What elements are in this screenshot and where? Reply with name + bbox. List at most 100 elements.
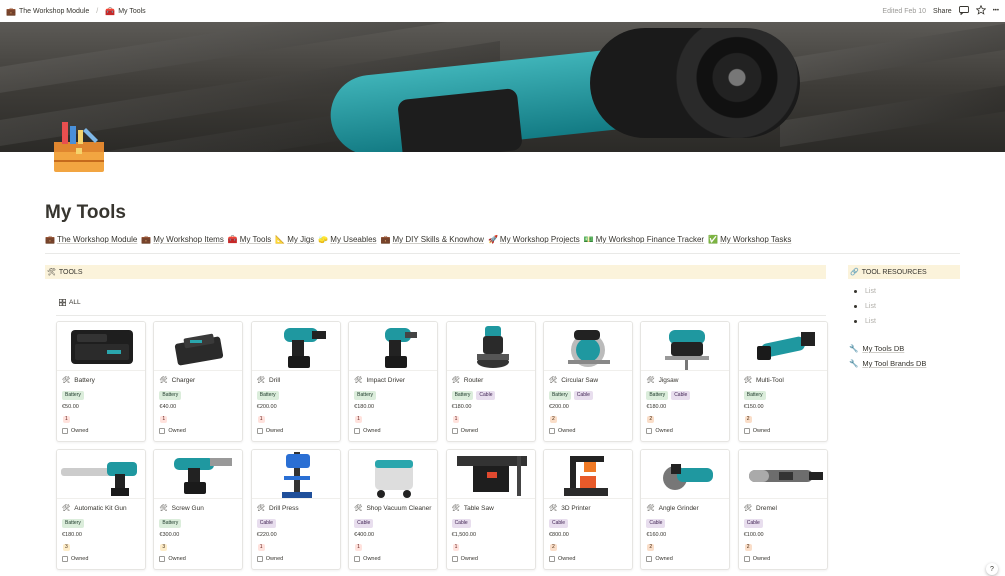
tool-card[interactable]: 🛠 Jigsaw Battery Cable €180.00 2 Owned — [640, 321, 731, 442]
tool-quantity: 1 — [452, 416, 460, 423]
share-button[interactable]: Share — [933, 8, 952, 15]
page-link[interactable]: ✅ My Workshop Tasks — [708, 235, 791, 244]
tool-card[interactable]: 🛠 Drill Press Cable €220.00 1 Owned — [250, 449, 341, 570]
owned-checkbox-row: Owned — [548, 428, 575, 434]
power-tag: Cable — [256, 519, 276, 528]
owned-checkbox[interactable] — [646, 556, 653, 562]
owned-checkbox-row: Owned — [743, 556, 770, 562]
tool-card[interactable]: 🛠 Charger Battery €40.00 1 Owned — [153, 321, 244, 442]
star-icon[interactable] — [975, 4, 987, 17]
owned-checkbox[interactable] — [646, 428, 653, 434]
jigsaw-image — [641, 322, 730, 371]
owned-checkbox[interactable] — [159, 556, 166, 562]
owned-checkbox[interactable] — [62, 556, 68, 562]
tool-quantity: 1 — [160, 416, 168, 423]
tool-card[interactable]: 🛠 Screw Gun Battery €300.00 3 Owned — [153, 449, 244, 570]
tool-card[interactable]: 🛠 Angle Grinder Cable €160.00 2 Owned — [640, 449, 731, 570]
power-tag: Battery — [62, 519, 84, 528]
router-image — [446, 322, 535, 371]
owned-checkbox-row: Owned — [62, 556, 88, 562]
power-tag: Battery — [256, 391, 279, 400]
tool-card[interactable]: 🛠 Battery Battery €50.00 1 Owned — [56, 321, 146, 442]
dremel-image — [738, 450, 827, 499]
tool-quantity: 2 — [744, 416, 752, 423]
tool-name: Automatic Kit Gun — [74, 504, 127, 512]
page-link[interactable]: 📐 My Jigs — [275, 235, 314, 244]
view-tab-all[interactable]: ALL — [59, 299, 81, 306]
breadcrumb-current[interactable]: My Tools — [118, 8, 146, 15]
3d-printer-image — [543, 450, 632, 499]
page-link[interactable]: 💵 My Workshop Finance Tracker — [584, 235, 704, 244]
page-link[interactable]: 💼 My DIY Skills & Knowhow — [381, 235, 484, 244]
tool-card[interactable]: 🛠 Circular Saw Battery Cable €200.00 2 Owned — [542, 321, 633, 442]
tool-name: Drill Press — [269, 504, 299, 512]
comment-icon[interactable] — [958, 5, 969, 17]
tool-quantity: 1 — [452, 544, 460, 551]
tool-card[interactable]: 🛠 3D Printer Cable €800.00 2 Owned — [542, 449, 633, 570]
tool-card-title: 🛠 Drill Press — [257, 504, 299, 513]
page-links: 💼 The Workshop Module 💼 My Workshop Items 🧰 M… — [45, 235, 791, 244]
page-link[interactable]: 🚀 My Workshop Projects — [488, 235, 580, 244]
vacuum-image — [349, 450, 438, 499]
link-emoji-icon: 💼 — [380, 235, 391, 244]
tool-tags: Battery — [159, 391, 182, 400]
owned-checkbox[interactable] — [451, 556, 458, 562]
owned-checkbox[interactable] — [451, 428, 458, 434]
breadcrumb-parent[interactable]: The Workshop Module — [19, 8, 89, 15]
power-tag: Cable — [646, 519, 666, 528]
tool-tags: Battery — [256, 391, 279, 400]
tool-quantity: 1 — [257, 416, 265, 423]
tool-tags: Cable — [354, 519, 374, 528]
owned-checkbox[interactable] — [743, 556, 750, 562]
owned-checkbox[interactable] — [548, 428, 555, 434]
owned-checkbox[interactable] — [354, 556, 361, 562]
tool-card[interactable]: 🛠 Drill Battery €200.00 1 Owned — [250, 321, 341, 442]
tool-card[interactable]: 🛠 Shop Vacuum Cleaner Cable €400.00 1 Owned — [348, 449, 439, 570]
tool-card[interactable]: 🛠 Impact Driver Battery €180.00 1 Owned — [348, 321, 439, 442]
tool-card[interactable]: 🛠 Dremel Cable €100.00 2 Owned — [737, 449, 828, 570]
tool-quantity: 2 — [647, 544, 655, 551]
owned-checkbox[interactable] — [256, 428, 263, 434]
owned-checkbox[interactable] — [548, 556, 555, 562]
bullet-icon — [854, 305, 857, 308]
owned-checkbox[interactable] — [256, 556, 263, 562]
toolbox-icon[interactable] — [50, 120, 108, 176]
tool-card[interactable]: 🛠 Router Battery Cable €180.00 1 Owned — [445, 321, 536, 442]
resource-link[interactable]: 🔧 My Tool Brands DB — [849, 356, 926, 371]
hammer-wrench-icon: 🛠 — [47, 269, 56, 276]
owned-checkbox[interactable] — [62, 428, 68, 434]
page-link[interactable]: 💼 The Workshop Module — [45, 235, 137, 244]
help-button[interactable]: ? — [986, 563, 998, 575]
page-link[interactable]: 🧰 My Tools — [228, 235, 271, 244]
tool-card-title: 🛠 Router — [452, 376, 484, 385]
page-link[interactable]: 💼 My Workshop Items — [141, 235, 224, 244]
tool-name: Dremel — [756, 504, 777, 512]
page-link[interactable]: 🧽 My Useables — [318, 235, 376, 244]
owned-checkbox-row: Owned — [743, 428, 770, 434]
screw-gun-image — [154, 450, 243, 499]
owned-checkbox-row: Owned — [548, 556, 575, 562]
resource-list-item[interactable]: List — [854, 314, 876, 329]
tool-name: Charger — [171, 376, 196, 384]
owned-checkbox[interactable] — [159, 428, 166, 434]
tool-tags: Battery Cable — [451, 391, 496, 400]
link-emoji-icon: 🧽 — [318, 235, 329, 244]
page-link-label: My Jigs — [287, 235, 315, 244]
more-options-button[interactable]: ••• — [993, 8, 999, 14]
resource-list-item[interactable]: List — [854, 299, 876, 314]
tool-card-title: 🛠 Angle Grinder — [646, 504, 698, 513]
owned-checkbox[interactable] — [743, 428, 750, 434]
tool-tags: Cable — [646, 519, 666, 528]
bullet-icon — [854, 320, 857, 323]
tool-tags: Cable — [451, 519, 471, 528]
tool-card[interactable]: 🛠 Table Saw Cable €1,500.00 1 Owned — [445, 449, 536, 570]
tool-card[interactable]: 🛠 Automatic Kit Gun Battery €180.00 3 Owned — [56, 449, 146, 570]
owned-label: Owned — [655, 428, 673, 434]
tool-price: €180.00 — [451, 404, 472, 410]
resource-list-item[interactable]: List — [854, 284, 876, 299]
tool-card[interactable]: 🛠 Multi-Tool Battery €150.00 2 Owned — [737, 321, 828, 442]
owned-checkbox[interactable] — [354, 428, 361, 434]
power-tag: Battery — [743, 391, 766, 400]
view-divider — [56, 315, 826, 316]
resource-link[interactable]: 🔧 My Tools DB — [849, 341, 926, 356]
